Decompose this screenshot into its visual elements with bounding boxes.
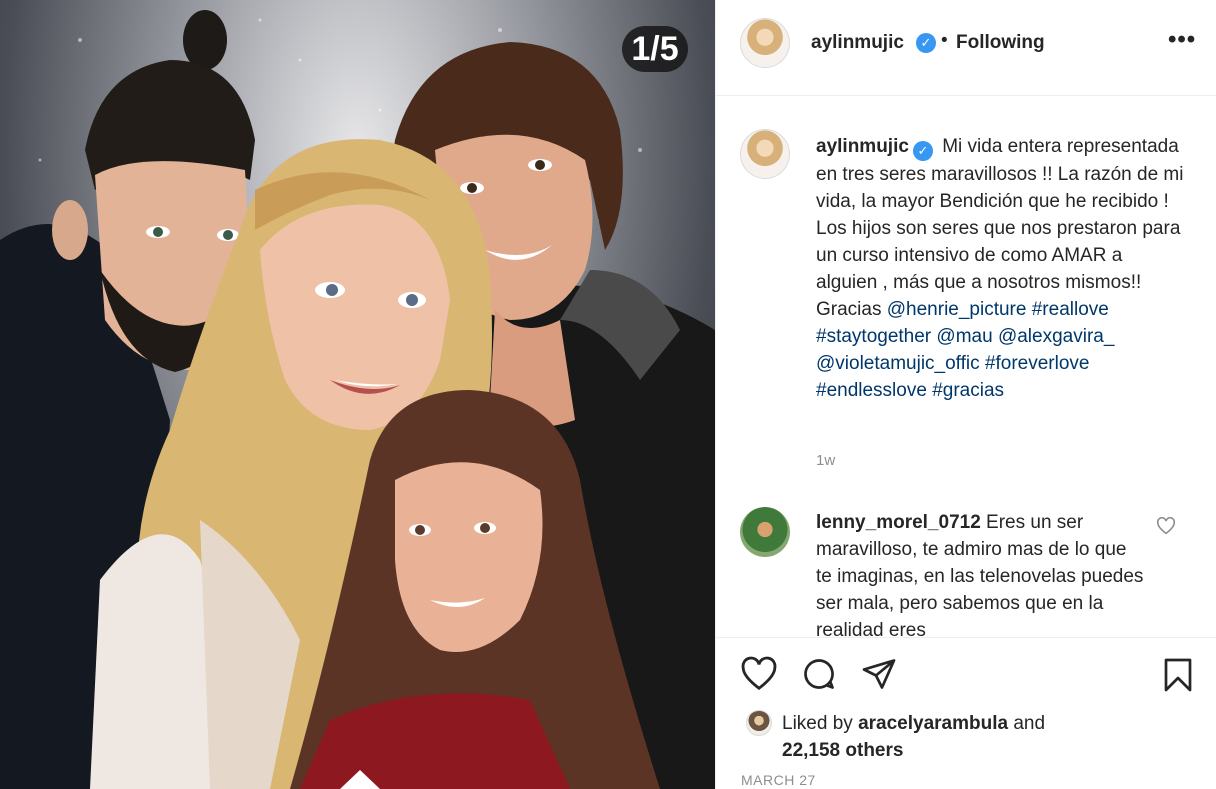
liked-by-avatar[interactable] — [746, 710, 772, 736]
and-label: and — [1013, 713, 1046, 734]
save-bookmark-icon[interactable] — [1160, 656, 1196, 694]
share-paper-plane-icon[interactable] — [860, 656, 898, 692]
caption-avatar[interactable] — [740, 129, 790, 179]
comment-bubble-icon[interactable] — [800, 656, 838, 692]
hashtag-link[interactable]: #staytogether — [816, 326, 931, 347]
family-portrait-illustration — [0, 10, 715, 789]
comment-like-heart-icon[interactable] — [1156, 517, 1176, 535]
mention-link[interactable]: @mau — [936, 326, 992, 347]
caption-username[interactable]: aylinmujic — [816, 136, 909, 157]
following-button[interactable]: Following — [956, 32, 1045, 54]
post-image[interactable]: 1/5 — [0, 0, 715, 789]
mention-link[interactable]: @alexgavira_ — [998, 326, 1114, 347]
likes-count[interactable]: 22,158 others — [782, 740, 903, 761]
post-actions: Liked by aracelyarambula and 22,158 othe… — [716, 637, 1216, 789]
header-username[interactable]: aylinmujic — [811, 32, 904, 54]
verified-badge-icon: ✓ — [916, 33, 936, 53]
hashtag-link[interactable]: #reallove — [1032, 299, 1109, 320]
comments-section[interactable]: aylinmujic ✓ Mi vida entera representada … — [716, 97, 1216, 637]
hashtag-link[interactable]: #gracias — [932, 380, 1004, 401]
slide-counter: 1/5 — [622, 26, 688, 72]
commenter-username[interactable]: lenny_morel_0712 — [816, 512, 981, 533]
post-details-panel: aylinmujic ✓ • Following ••• aylinmujic ✓… — [715, 0, 1216, 789]
mention-link[interactable]: @henrie_picture — [887, 299, 1027, 320]
hashtag-link[interactable]: #foreverlove — [985, 353, 1090, 374]
liked-by-username[interactable]: aracelyarambula — [858, 713, 1008, 734]
hashtag-link[interactable]: #endlesslove — [816, 380, 927, 401]
post-date[interactable]: MARCH 27 — [741, 772, 816, 788]
verified-badge-icon: ✓ — [912, 141, 933, 161]
post-time[interactable]: 1w — [816, 452, 835, 469]
more-options-icon[interactable]: ••• — [1168, 26, 1196, 54]
caption-text: aylinmujic ✓ Mi vida entera representada … — [816, 133, 1186, 404]
caption-body: Mi vida entera representada en tres sere… — [816, 136, 1184, 320]
comment-text: lenny_morel_0712 Eres un ser maravilloso… — [816, 509, 1146, 637]
liked-by-label: Liked by — [782, 713, 853, 734]
commenter-avatar[interactable] — [740, 507, 790, 557]
profile-avatar[interactable] — [740, 18, 790, 68]
separator-dot: • — [941, 30, 948, 51]
post-header: aylinmujic ✓ • Following ••• — [716, 0, 1216, 96]
likes-summary: Liked by aracelyarambula and 22,158 othe… — [782, 710, 1045, 764]
like-heart-icon[interactable] — [740, 656, 778, 692]
mention-link[interactable]: @violetamujic_offic — [816, 353, 980, 374]
